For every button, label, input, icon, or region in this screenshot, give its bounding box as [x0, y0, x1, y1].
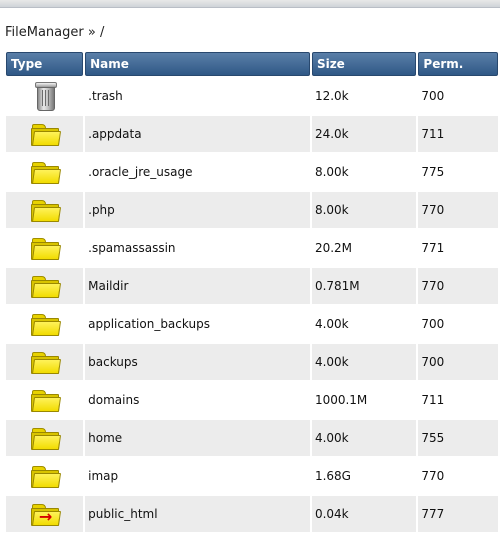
- file-size: 24.0k: [311, 116, 417, 152]
- type-cell: [6, 268, 84, 304]
- file-permissions[interactable]: 700: [418, 344, 498, 380]
- file-permissions[interactable]: 777: [418, 496, 498, 532]
- column-header-type[interactable]: Type: [6, 52, 84, 76]
- file-permissions[interactable]: 755: [418, 420, 498, 456]
- file-size: 0.781M: [311, 268, 417, 304]
- file-name-link[interactable]: Maildir: [85, 268, 310, 304]
- file-size: 0.04k: [311, 496, 417, 532]
- type-cell: →: [6, 496, 84, 532]
- file-permissions[interactable]: 711: [418, 116, 498, 152]
- file-permissions[interactable]: 770: [418, 192, 498, 228]
- type-cell: [6, 116, 84, 152]
- table-row[interactable]: .spamassassin 20.2M 771: [6, 230, 498, 266]
- folder-icon[interactable]: [30, 199, 61, 222]
- file-size: 4.00k: [311, 420, 417, 456]
- file-name-link[interactable]: public_html: [85, 496, 310, 532]
- file-size: 8.00k: [311, 192, 417, 228]
- file-permissions[interactable]: 771: [418, 230, 498, 266]
- table-row[interactable]: home 4.00k 755: [6, 420, 498, 456]
- breadcrumb[interactable]: FileManager » /: [5, 25, 104, 40]
- top-bar: [0, 0, 500, 8]
- folder-link-icon[interactable]: →: [30, 503, 61, 526]
- table-row[interactable]: .trash 12.0k 700: [6, 78, 498, 114]
- table-row[interactable]: .appdata 24.0k 711: [6, 116, 498, 152]
- column-header-name[interactable]: Name: [85, 52, 310, 76]
- table-row[interactable]: backups 4.00k 700: [6, 344, 498, 380]
- folder-icon[interactable]: [30, 427, 61, 450]
- folder-icon[interactable]: [30, 313, 61, 336]
- table-row[interactable]: imap 1.68G 770: [6, 458, 498, 494]
- folder-icon[interactable]: [30, 161, 61, 184]
- type-cell: [6, 382, 84, 418]
- table-row[interactable]: .php 8.00k 770: [6, 192, 498, 228]
- table-header-row: Type Name Size Perm.: [6, 52, 498, 76]
- file-permissions[interactable]: 770: [418, 268, 498, 304]
- table-row[interactable]: Maildir 0.781M 770: [6, 268, 498, 304]
- file-name-link[interactable]: .appdata: [85, 116, 310, 152]
- file-size: 4.00k: [311, 306, 417, 342]
- table-row[interactable]: .oracle_jre_usage 8.00k 775: [6, 154, 498, 190]
- column-header-size[interactable]: Size: [311, 52, 417, 76]
- type-cell: [6, 154, 84, 190]
- table-row[interactable]: → public_html 0.04k 777: [6, 496, 498, 532]
- folder-icon[interactable]: [30, 275, 61, 298]
- table-row[interactable]: application_backups 4.00k 700: [6, 306, 498, 342]
- file-name-link[interactable]: backups: [85, 344, 310, 380]
- file-permissions[interactable]: 775: [418, 154, 498, 190]
- file-size: 20.2M: [311, 230, 417, 266]
- file-size: 4.00k: [311, 344, 417, 380]
- file-name-link[interactable]: .oracle_jre_usage: [85, 154, 310, 190]
- file-size: 12.0k: [311, 78, 417, 114]
- type-cell: [6, 420, 84, 456]
- folder-icon[interactable]: [30, 237, 61, 260]
- file-permissions[interactable]: 770: [418, 458, 498, 494]
- type-cell: [6, 344, 84, 380]
- file-name-link[interactable]: home: [85, 420, 310, 456]
- file-name-link[interactable]: .php: [85, 192, 310, 228]
- file-permissions[interactable]: 711: [418, 382, 498, 418]
- file-size: 8.00k: [311, 154, 417, 190]
- table-row[interactable]: domains 1000.1M 711: [6, 382, 498, 418]
- file-size: 1.68G: [311, 458, 417, 494]
- file-name-link[interactable]: .spamassassin: [85, 230, 310, 266]
- file-size: 1000.1M: [311, 382, 417, 418]
- file-name-link[interactable]: imap: [85, 458, 310, 494]
- folder-icon[interactable]: [30, 351, 61, 374]
- file-permissions[interactable]: 700: [418, 306, 498, 342]
- folder-icon[interactable]: [30, 123, 61, 146]
- trash-icon[interactable]: [34, 82, 57, 111]
- type-cell: [6, 306, 84, 342]
- type-cell: [6, 78, 84, 114]
- column-header-perm[interactable]: Perm.: [418, 52, 498, 76]
- type-cell: [6, 192, 84, 228]
- file-name-link[interactable]: application_backups: [85, 306, 310, 342]
- folder-icon[interactable]: [30, 389, 61, 412]
- type-cell: [6, 458, 84, 494]
- file-permissions[interactable]: 700: [418, 78, 498, 114]
- file-name-link[interactable]: domains: [85, 382, 310, 418]
- file-name-link[interactable]: .trash: [85, 78, 310, 114]
- file-table: Type Name Size Perm. .trash 12.0k 700 .appd…: [4, 50, 500, 534]
- folder-icon[interactable]: [30, 465, 61, 488]
- type-cell: [6, 230, 84, 266]
